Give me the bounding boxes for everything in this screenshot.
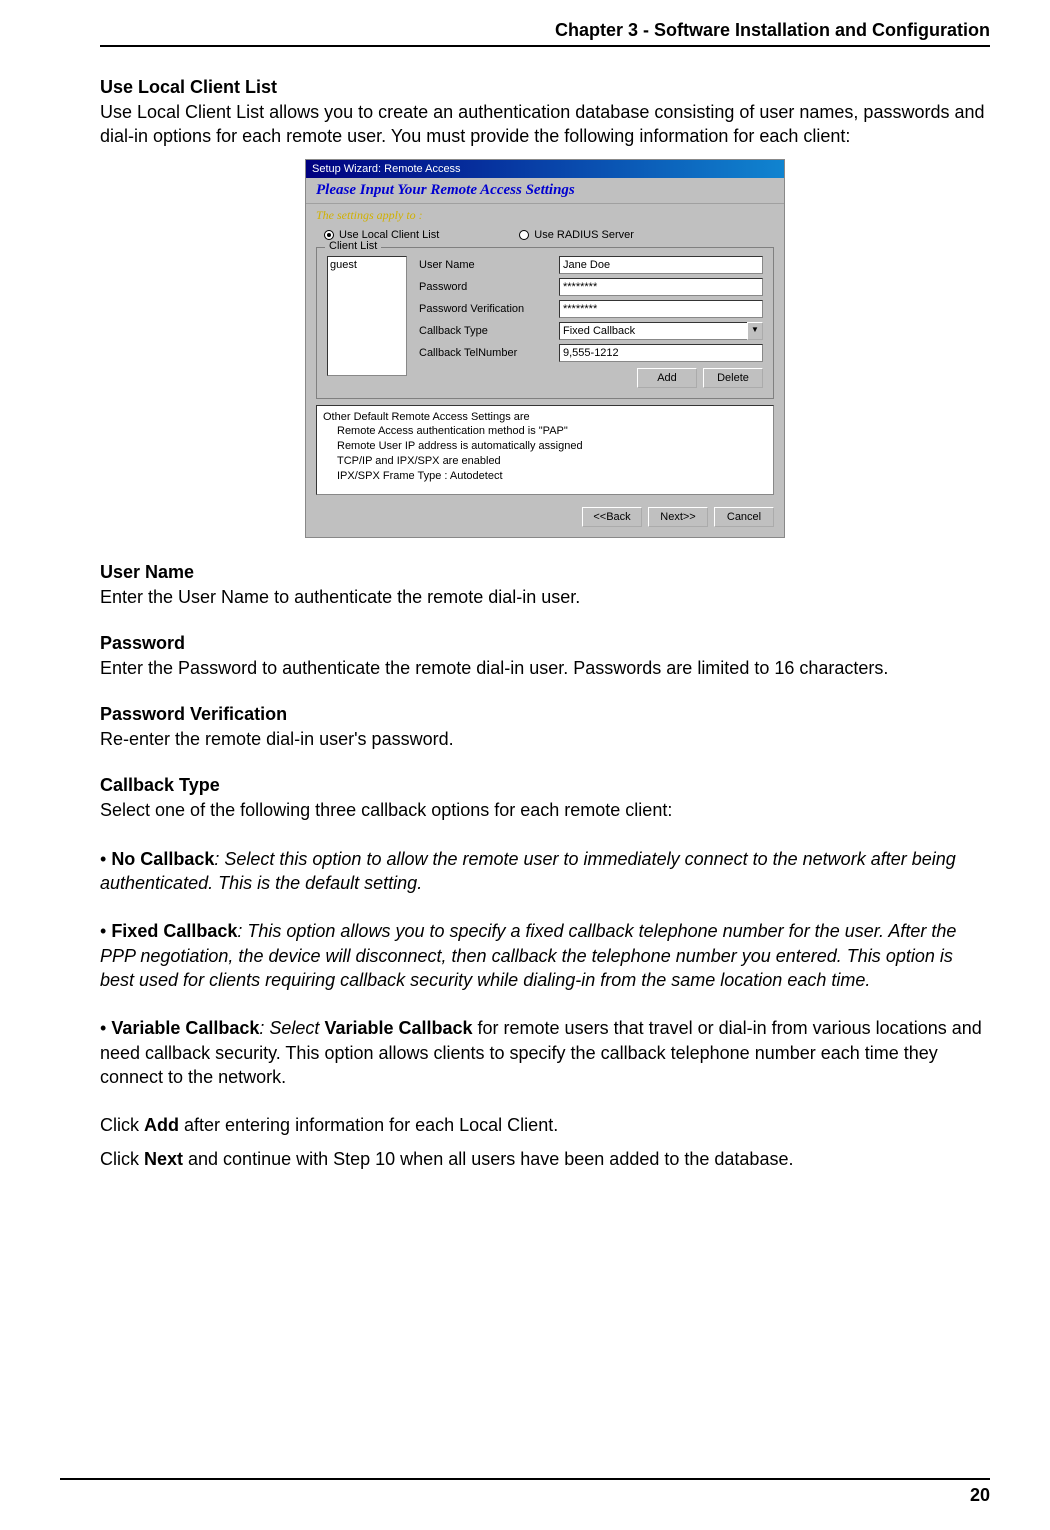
para-cbtype: Select one of the following three callba… xyxy=(100,798,990,822)
select-callback-type[interactable] xyxy=(559,322,747,340)
info-line-1: Remote Access authentication method is "… xyxy=(323,424,767,439)
info-line-4: IPX/SPX Frame Type : Autodetect xyxy=(323,469,767,484)
variable-callback-bold2: Variable Callback xyxy=(324,1018,472,1038)
label-callback-type: Callback Type xyxy=(419,325,559,337)
info-line-3: TCP/IP and IPX/SPX are enabled xyxy=(323,454,767,469)
info-title: Other Default Remote Access Settings are xyxy=(323,410,767,425)
bullet-dot: • xyxy=(100,849,111,869)
heading-local-client: Use Local Client List xyxy=(100,77,990,98)
fixed-callback-label: Fixed Callback xyxy=(111,921,237,941)
click-next-pre: Click xyxy=(100,1149,144,1169)
header-rule xyxy=(100,45,990,47)
no-callback-rest: : Select this option to allow the remote… xyxy=(100,849,956,893)
input-callback-tel[interactable] xyxy=(559,344,763,362)
bullet-dot: • xyxy=(100,921,111,941)
bullet-fixed-callback: • Fixed Callback: This option allows you… xyxy=(100,919,990,992)
list-item[interactable]: guest xyxy=(330,259,404,271)
page-number: 20 xyxy=(970,1485,990,1506)
para-user-name: Enter the User Name to authenticate the … xyxy=(100,585,990,609)
heading-verify: Password Verification xyxy=(100,704,990,725)
footer-rule xyxy=(60,1478,990,1480)
bullet-no-callback: • No Callback: Select this option to all… xyxy=(100,847,990,896)
click-next-bold: Next xyxy=(144,1149,183,1169)
radio-off-icon xyxy=(519,230,529,240)
cancel-button[interactable]: Cancel xyxy=(714,507,774,527)
client-list-legend: Client List xyxy=(325,240,381,252)
para-verify: Re-enter the remote dial-in user's passw… xyxy=(100,727,990,751)
add-button[interactable]: Add xyxy=(637,368,697,388)
label-callback-tel: Callback TelNumber xyxy=(419,347,559,359)
bullet-dot: • xyxy=(100,1018,111,1038)
label-password: Password xyxy=(419,281,559,293)
label-password-verify: Password Verification xyxy=(419,303,559,315)
client-list-fieldset: Client List guest User Name Password xyxy=(316,247,774,399)
radio-radius-label: Use RADIUS Server xyxy=(534,229,634,241)
bullet-variable-callback: • Variable Callback: Select Variable Cal… xyxy=(100,1016,990,1089)
wizard-subheading: The settings apply to : xyxy=(306,204,784,227)
para-password: Enter the Password to authenticate the r… xyxy=(100,656,990,680)
info-line-2: Remote User IP address is automatically … xyxy=(323,439,767,454)
radio-use-radius[interactable]: Use RADIUS Server xyxy=(519,229,634,241)
chevron-down-icon[interactable]: ▼ xyxy=(747,322,763,340)
client-listbox[interactable]: guest xyxy=(327,256,407,376)
setup-wizard-dialog: Setup Wizard: Remote Access Please Input… xyxy=(305,159,785,538)
radio-on-icon xyxy=(324,230,334,240)
input-password[interactable] xyxy=(559,278,763,296)
para-local-client: Use Local Client List allows you to crea… xyxy=(100,100,990,149)
back-button[interactable]: <<Back xyxy=(582,507,642,527)
input-user-name[interactable] xyxy=(559,256,763,274)
click-next-post: and continue with Step 10 when all users… xyxy=(183,1149,793,1169)
next-button[interactable]: Next>> xyxy=(648,507,708,527)
label-user-name: User Name xyxy=(419,259,559,271)
para-click-add: Click Add after entering information for… xyxy=(100,1113,990,1137)
wizard-heading: Please Input Your Remote Access Settings xyxy=(306,178,784,204)
input-password-verify[interactable] xyxy=(559,300,763,318)
click-add-pre: Click xyxy=(100,1115,144,1135)
chapter-header: Chapter 3 - Software Installation and Co… xyxy=(100,20,990,45)
heading-cbtype: Callback Type xyxy=(100,775,990,796)
heading-user-name: User Name xyxy=(100,562,990,583)
variable-callback-label: Variable Callback xyxy=(111,1018,259,1038)
delete-button[interactable]: Delete xyxy=(703,368,763,388)
click-add-bold: Add xyxy=(144,1115,179,1135)
heading-password: Password xyxy=(100,633,990,654)
variable-callback-mid: : Select xyxy=(259,1018,324,1038)
no-callback-label: No Callback xyxy=(111,849,214,869)
para-click-next: Click Next and continue with Step 10 whe… xyxy=(100,1147,990,1171)
wizard-titlebar: Setup Wizard: Remote Access xyxy=(306,160,784,178)
other-defaults-box: Other Default Remote Access Settings are… xyxy=(316,405,774,495)
click-add-post: after entering information for each Loca… xyxy=(179,1115,558,1135)
